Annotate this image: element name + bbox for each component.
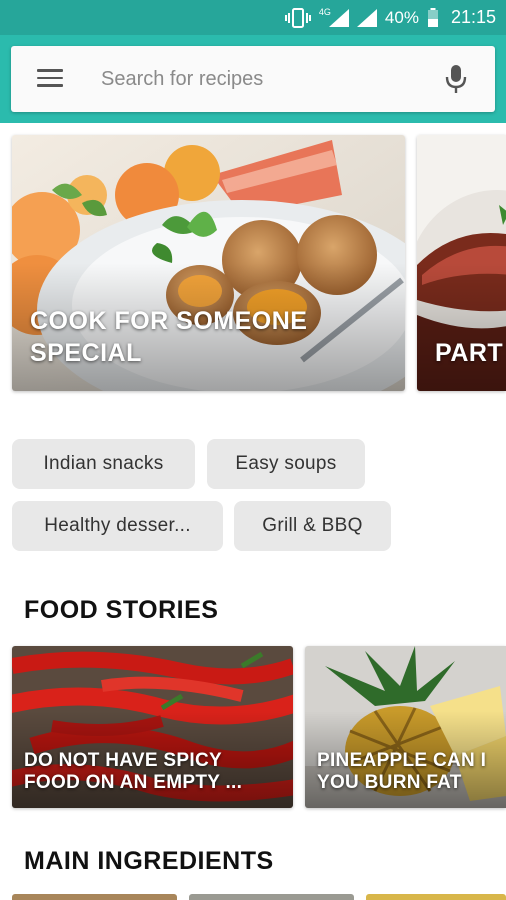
network-type: 4G: [318, 6, 331, 17]
signal-4g-icon: 4G: [318, 6, 349, 27]
main-ingredients-heading: MAIN INGREDIENTS: [24, 847, 274, 875]
app-header: [0, 35, 506, 123]
signal-icon: [356, 8, 377, 27]
ingredient-card[interactable]: [189, 894, 354, 900]
hero-card-title: PART: [435, 339, 504, 367]
battery-icon: [427, 7, 439, 28]
story-card-title: PINEAPPLE CAN I YOU BURN FAT: [317, 750, 487, 793]
search-input[interactable]: [101, 60, 421, 98]
chip-easy-soups[interactable]: Easy soups: [207, 439, 365, 489]
status-bar: 4G 40% 21:15: [0, 0, 506, 35]
chip-indian-snacks[interactable]: Indian snacks: [12, 439, 195, 489]
ingredient-card[interactable]: [366, 894, 506, 900]
battery-percent: 40%: [384, 7, 419, 27]
story-card-title: DO NOT HAVE SPICY FOOD ON AN EMPTY ...: [24, 750, 243, 793]
chip-healthy-desserts[interactable]: Healthy desser...: [12, 501, 223, 551]
story-card-pineapple[interactable]: PINEAPPLE CAN I YOU BURN FAT: [305, 646, 506, 808]
food-stories-heading: FOOD STORIES: [24, 596, 219, 624]
microphone-icon[interactable]: [443, 64, 469, 94]
menu-icon[interactable]: [37, 69, 65, 89]
hero-card-title: COOK FOR SOMEONE SPECIAL: [30, 307, 308, 367]
story-card-spicy-food[interactable]: DO NOT HAVE SPICY FOOD ON AN EMPTY ...: [12, 646, 293, 808]
hero-card-cook-for-someone-special[interactable]: COOK FOR SOMEONE SPECIAL: [12, 135, 405, 391]
clock: 21:15: [450, 7, 496, 27]
ingredient-card[interactable]: [12, 894, 177, 900]
chip-grill-bbq[interactable]: Grill & BBQ: [234, 501, 391, 551]
hero-card-party[interactable]: PART: [417, 135, 506, 391]
vibrate-icon: [284, 7, 311, 28]
search-bar: [11, 46, 495, 112]
